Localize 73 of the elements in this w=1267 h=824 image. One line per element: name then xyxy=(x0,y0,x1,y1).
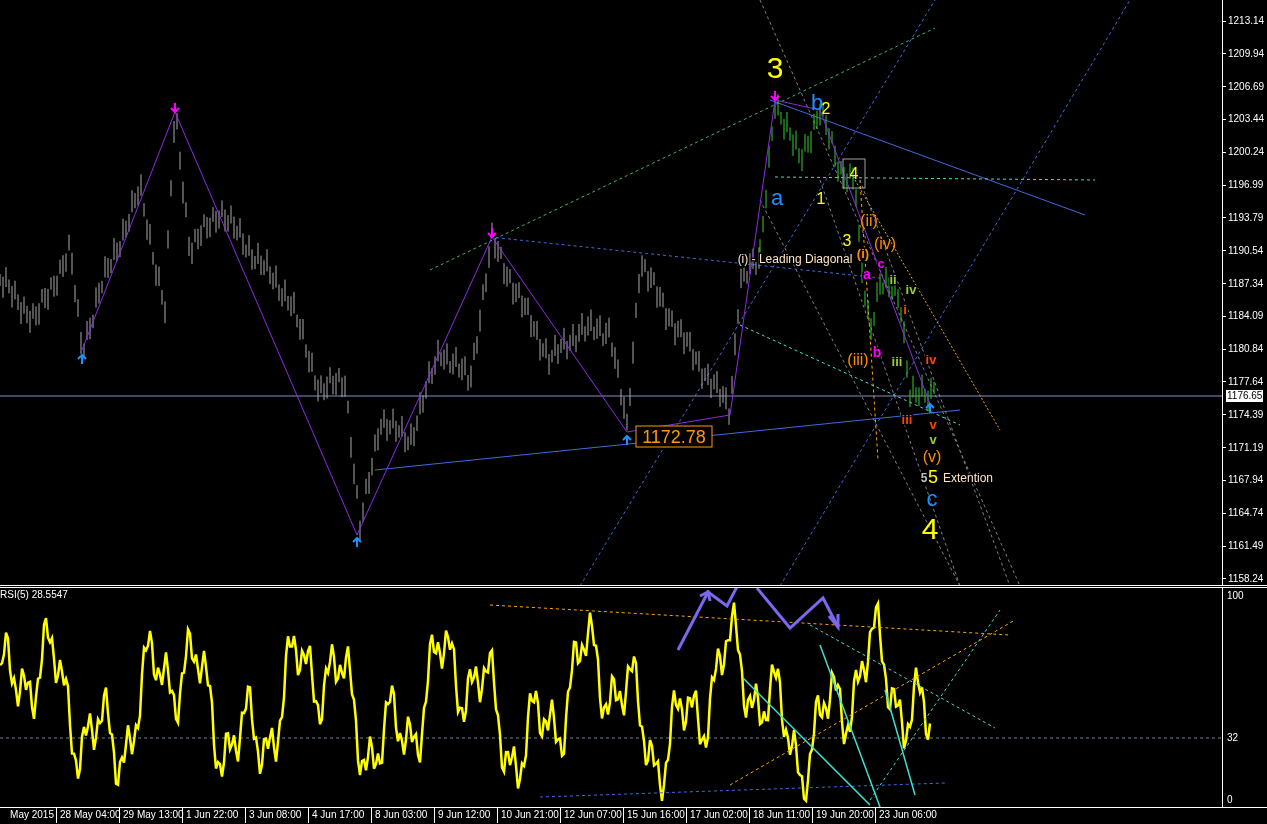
rsi-title: RSI(5) 28.5547 xyxy=(0,589,68,601)
wave-label: 5 xyxy=(920,471,928,485)
wave-label: 4 xyxy=(849,164,859,182)
wave-label: b xyxy=(872,344,882,360)
time-axis-label: 18 Jun 11:00 xyxy=(753,808,811,822)
wave-label: c xyxy=(877,255,885,271)
wave-label: c xyxy=(926,485,938,511)
rsi-axis-label: 0 xyxy=(1227,794,1233,806)
arrow-up-icon xyxy=(77,353,87,365)
wave-label: v xyxy=(929,416,937,432)
time-axis-label: 8 Jun 03:00 xyxy=(375,808,428,822)
time-axis-label: 1 Jun 22:00 xyxy=(186,808,239,822)
time-axis-label: 23 Jun 06:00 xyxy=(879,808,937,822)
wave-label: 3 xyxy=(766,50,784,84)
time-axis-label: 12 Jun 07:00 xyxy=(564,808,622,822)
wave-label: iv xyxy=(925,351,937,367)
wave-label: ii xyxy=(889,271,897,287)
rsi-axis-label: 100 xyxy=(1227,590,1244,602)
price-axis-label: 1206.69 xyxy=(1228,80,1265,93)
marker-box xyxy=(842,158,866,189)
rsi-axis-label: 32 xyxy=(1227,732,1239,744)
arrow-down-icon xyxy=(170,102,180,114)
time-axis-label: 3 Jun 08:00 xyxy=(249,808,302,822)
price-axis-label: 1203.44 xyxy=(1228,113,1265,126)
arrow-up-icon xyxy=(925,402,935,414)
current-price-label: 1176.65 xyxy=(1226,390,1264,402)
time-axis-label: 10 Jun 21:00 xyxy=(501,808,559,822)
price-axis-label: 1184.09 xyxy=(1228,310,1264,323)
time-axis-label: 19 Jun 20:00 xyxy=(816,808,874,822)
wave-label: 5 xyxy=(928,467,938,487)
time-axis-label: May 2015 xyxy=(10,808,54,822)
arrow-down-icon xyxy=(487,227,497,239)
wave-label: iv xyxy=(905,281,917,297)
wave-label: (iv) xyxy=(873,234,897,252)
wave-label: iii xyxy=(901,411,913,427)
wave-label: a xyxy=(863,266,871,282)
price-axis-label: 1161.49 xyxy=(1228,540,1264,552)
price-axis-label: 1213.14 xyxy=(1228,15,1265,27)
price-axis-label: 1180.84 xyxy=(1228,343,1264,356)
wave-label: 2 xyxy=(821,99,831,117)
wave-label: (v) xyxy=(922,447,942,465)
price-axis-label: 1209.94 xyxy=(1228,47,1265,60)
price-axis-label: 1174.39 xyxy=(1228,408,1264,421)
wave-label: (i) xyxy=(856,245,870,261)
wave-label: Extention xyxy=(943,471,993,485)
price-axis-label: 1158.24 xyxy=(1228,572,1264,585)
arrow-up-icon xyxy=(622,434,632,446)
price-axis-label: 1164.74 xyxy=(1228,507,1264,520)
wave-label: (iii) xyxy=(847,350,869,368)
arrow-up-icon xyxy=(352,536,362,548)
time-axis-label: 15 Jun 16:00 xyxy=(627,808,685,822)
wave-label: iii xyxy=(891,353,903,369)
wave-label: 4 xyxy=(921,511,939,545)
wave-label: (ii) xyxy=(860,211,878,229)
price-axis-label: 1171.19 xyxy=(1228,441,1264,454)
price-axis-label: 1190.54 xyxy=(1228,244,1264,257)
wave-label: v xyxy=(929,431,937,447)
arrow-down-icon xyxy=(770,90,780,102)
wave-label: (i) - Leading Diagonal xyxy=(737,252,853,266)
wave-label: 1 xyxy=(816,189,826,207)
time-axis-label: 4 Jun 17:00 xyxy=(312,808,365,822)
price-axis-label: 1167.94 xyxy=(1228,474,1264,487)
price-axis-label: 1196.99 xyxy=(1228,179,1264,192)
price-axis-label: 1187.34 xyxy=(1228,277,1264,290)
price-tag: 1172.78 xyxy=(635,425,713,448)
time-axis-label: 17 Jun 02:00 xyxy=(690,808,748,822)
wave-label: a xyxy=(770,184,784,210)
price-axis-label: 1200.24 xyxy=(1228,146,1265,159)
wave-label: i xyxy=(903,301,907,317)
price-axis-label: 1177.64 xyxy=(1228,375,1264,388)
wave-label: 3 xyxy=(842,231,852,249)
time-axis-label: 9 Jun 12:00 xyxy=(438,808,491,822)
price-axis-label: 1193.79 xyxy=(1228,211,1264,224)
